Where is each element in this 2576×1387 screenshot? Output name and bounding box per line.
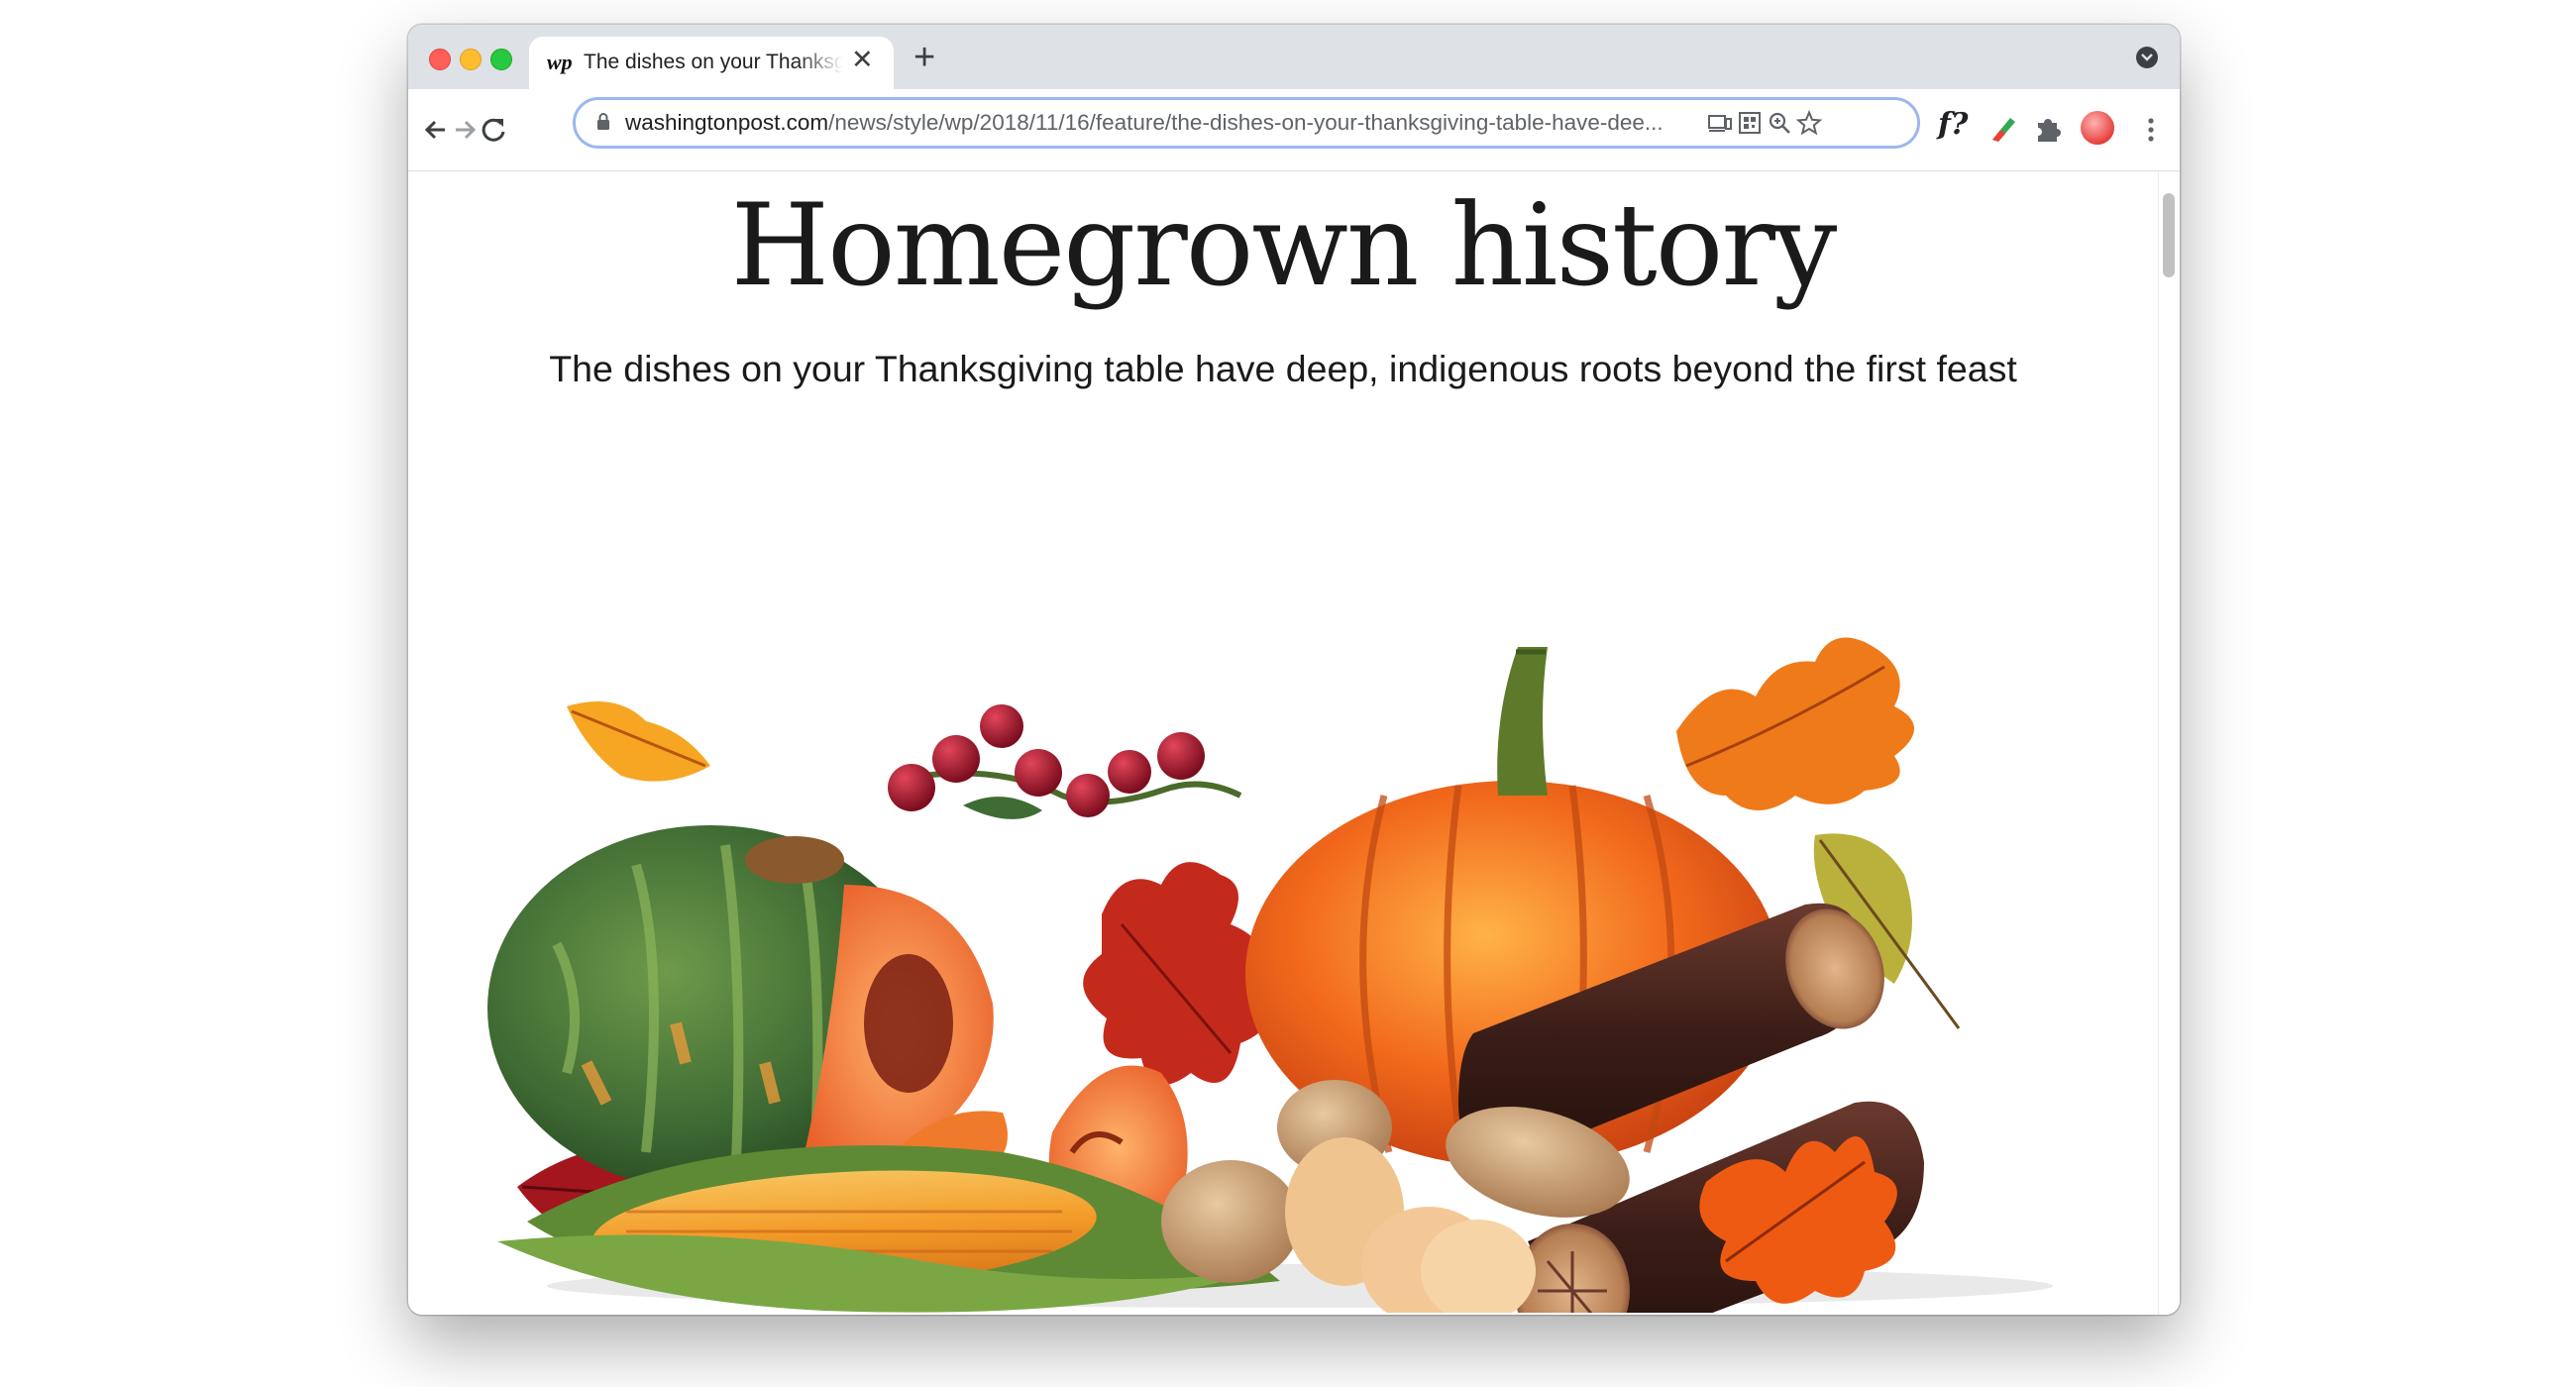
window-close-button[interactable]: [429, 49, 451, 70]
color-extension-icon[interactable]: [1986, 112, 2020, 146]
yellow-leaf-top-left: [567, 701, 710, 782]
address-bar[interactable]: washingtonpost.com/news/style/wp/2018/11…: [573, 97, 1920, 149]
browser-toolbar: washingtonpost.com/news/style/wp/2018/11…: [408, 89, 2180, 171]
tab-title: The dishes on your Thanksgiving table ha…: [584, 51, 843, 73]
window-maximize-button[interactable]: [490, 49, 512, 70]
font-extension-icon[interactable]: f?: [1938, 107, 1968, 142]
new-tab-button[interactable]: +: [913, 39, 935, 76]
thanksgiving-harvest-illustration: [487, 637, 2053, 1313]
extension-puzzle-icon[interactable]: [2031, 112, 2065, 146]
bookmark-star-icon[interactable]: [1795, 109, 1823, 136]
zoom-icon[interactable]: [1767, 110, 1792, 136]
url-text[interactable]: washingtonpost.com/news/style/wp/2018/11…: [625, 110, 1664, 136]
washington-post-favicon-icon: wp: [547, 50, 573, 74]
scrollbar-thumb[interactable]: [2163, 193, 2175, 277]
article-headline: Homegrown history: [730, 179, 1838, 311]
active-tab[interactable]: wp The dishes on your Thanksgiving table…: [529, 37, 894, 89]
url-host: washingtonpost.com: [625, 110, 829, 135]
browser-window: wp The dishes on your Thanksgiving table…: [408, 25, 2180, 1315]
cranberries: [888, 704, 1242, 819]
page-content: Homegrown history The dishes on your Tha…: [408, 171, 2158, 1315]
profile-avatar-icon[interactable]: [2081, 111, 2114, 145]
window-minimize-button[interactable]: [460, 49, 482, 70]
url-path: /news/style/wp/2018/11/16/feature/the-di…: [828, 110, 1664, 135]
vertical-scrollbar[interactable]: [2158, 171, 2180, 1315]
more-menu-icon[interactable]: [2145, 115, 2157, 150]
qr-code-icon[interactable]: [1737, 110, 1763, 136]
tab-strip: wp The dishes on your Thanksgiving table…: [408, 25, 2180, 89]
lock-icon[interactable]: [595, 112, 611, 137]
tab-close-icon[interactable]: ✕: [851, 45, 874, 75]
cast-icon[interactable]: [1707, 110, 1733, 136]
orange-oak-leaf-top-right: [1676, 637, 1914, 810]
article-subheadline: The dishes on your Thanksgiving table ha…: [549, 348, 2017, 389]
reload-icon[interactable]: [474, 110, 513, 150]
red-maple-leaf-center: [1083, 862, 1268, 1085]
tab-search-icon[interactable]: [2136, 47, 2158, 68]
